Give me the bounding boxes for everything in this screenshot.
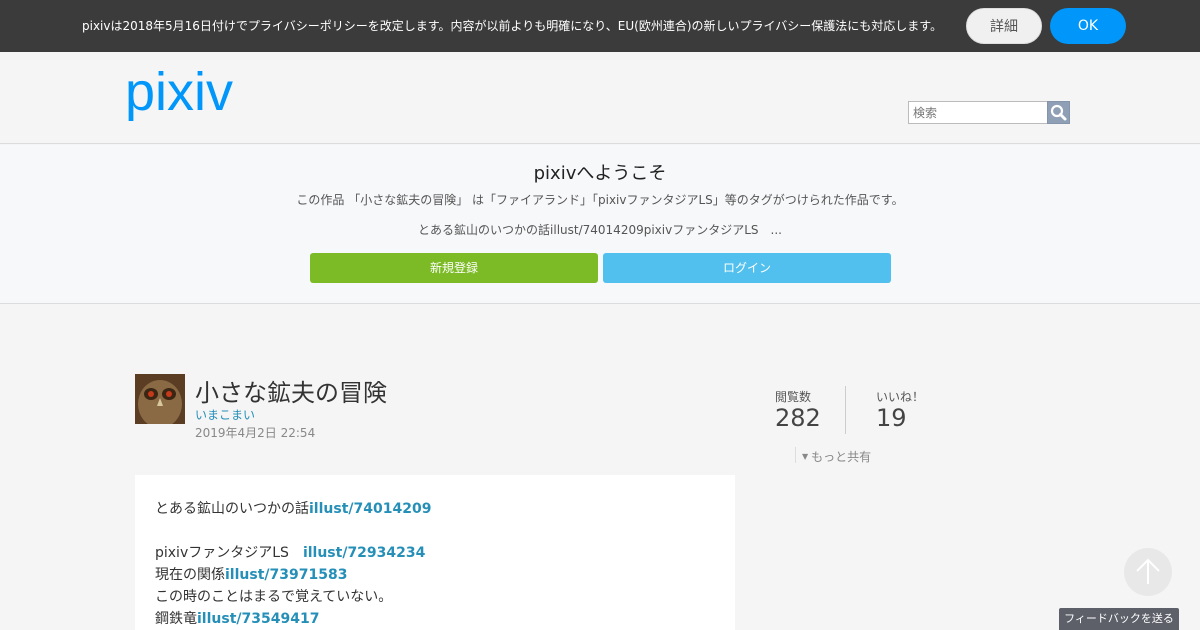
welcome-title: pixivへようこそ (533, 163, 667, 184)
owl-avatar-image (135, 374, 185, 424)
caption-text: pixivファンタジアLS (155, 545, 303, 561)
arrow-up-icon (1136, 558, 1160, 584)
pixiv-logo-text: pixiv (125, 66, 233, 122)
share-separator (795, 447, 796, 463)
caption-text: 現在の関係 (155, 567, 225, 583)
stats-divider (845, 386, 846, 434)
caption-line: 鋼鉄竜illust/73549417 (155, 608, 319, 628)
caption-line: pixivファンタジアLS illust/72934234 (155, 542, 425, 562)
welcome-description: この作品 「小さな鉱夫の冒険」 は「ファイアランド」「pixivファンタジアLS… (296, 193, 904, 207)
signup-button[interactable]: 新規登録 (310, 253, 598, 283)
author-name-link[interactable]: いまこまい (195, 406, 255, 423)
work-main: 小さな鉱夫の冒険 いまこまい 2019年4月2日 22:54 閲覧数 282 い… (0, 305, 1200, 630)
caption-link[interactable]: illust/73549417 (197, 611, 319, 627)
likes-label: いいね！ (876, 390, 925, 404)
posted-date: 2019年4月2日 22:54 (195, 426, 316, 440)
scroll-top-button[interactable] (1124, 548, 1172, 596)
caption-line: 現在の関係illust/73971583 (155, 564, 347, 584)
caption-link[interactable]: illust/72934234 (303, 545, 425, 561)
share-more-toggle[interactable]: ▼ もっと共有 (802, 448, 871, 465)
privacy-notice-bar: pixivは2018年5月16日付けでプライバシーポリシーを改定します。内容が以… (0, 0, 1200, 52)
views-count: 282 (775, 404, 821, 432)
search-icon (1050, 104, 1067, 121)
welcome-excerpt: とある鉱山のいつかの話illust/74014209pixivファンタジアLS … (418, 223, 782, 237)
privacy-detail-button[interactable]: 詳細 (966, 8, 1042, 44)
work-title: 小さな鉱夫の冒険 (195, 379, 387, 407)
search-input[interactable] (908, 101, 1048, 124)
triangle-down-icon: ▼ (802, 452, 809, 461)
pixiv-logo[interactable]: pixiv (125, 66, 255, 128)
caption-link[interactable]: illust/74014209 (309, 501, 431, 517)
caption-box: とある鉱山のいつかの話illust/74014209 pixivファンタジアLS… (135, 475, 735, 630)
caption-text: 鋼鉄竜 (155, 611, 197, 627)
caption-link[interactable]: illust/73971583 (225, 567, 347, 583)
views-label: 閲覧数 (775, 390, 812, 404)
privacy-ok-button[interactable]: OK (1050, 8, 1126, 44)
likes-count: 19 (876, 404, 907, 432)
share-more-label: もっと共有 (811, 450, 872, 464)
feedback-button[interactable]: フィードバックを送る (1059, 608, 1179, 630)
caption-text: とある鉱山のいつかの話 (155, 501, 309, 517)
privacy-notice-text: pixivは2018年5月16日付けでプライバシーポリシーを改定します。内容が以… (82, 19, 943, 33)
caption-line: とある鉱山のいつかの話illust/74014209 (155, 498, 431, 518)
login-button[interactable]: ログイン (603, 253, 891, 283)
welcome-section: pixivへようこそ この作品 「小さな鉱夫の冒険」 は「ファイアランド」「pi… (0, 145, 1200, 304)
search-button[interactable] (1047, 101, 1070, 124)
caption-text: この時のことはまるで覚えていない。 (155, 589, 393, 605)
author-avatar[interactable] (135, 374, 185, 424)
caption-line: この時のことはまるで覚えていない。 (155, 586, 392, 606)
site-header: pixiv (0, 52, 1200, 144)
